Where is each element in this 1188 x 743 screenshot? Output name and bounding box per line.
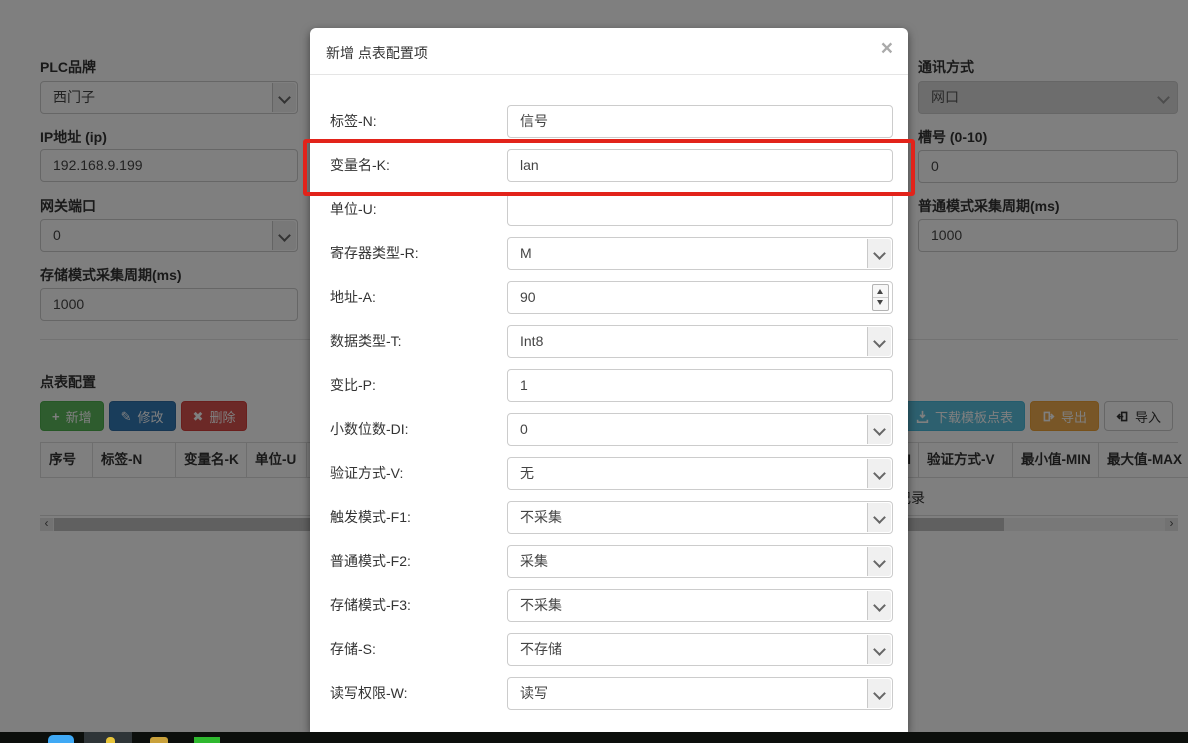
- spinner-down-icon[interactable]: [873, 297, 888, 310]
- field-select[interactable]: 0: [507, 413, 893, 446]
- field-input[interactable]: [507, 193, 893, 226]
- field-label: 读写权限-W:: [330, 677, 507, 710]
- modal-field-row: 地址-A:90: [330, 281, 893, 314]
- chevron-down-icon[interactable]: [867, 679, 891, 708]
- chevron-down-icon[interactable]: [867, 635, 891, 664]
- modal-body: 标签-N:信号变量名-K:lan单位-U:寄存器类型-R:M地址-A:90数据类…: [310, 75, 908, 710]
- modal-field-row: 小数位数-DI:0: [330, 413, 893, 446]
- chevron-down-icon[interactable]: [867, 327, 891, 356]
- field-label: 存储模式-F3:: [330, 589, 507, 622]
- field-select[interactable]: 无: [507, 457, 893, 490]
- field-select[interactable]: M: [507, 237, 893, 270]
- modal-title: 新增 点表配置项: [326, 43, 428, 63]
- field-input[interactable]: 1: [507, 369, 893, 402]
- taskbar-app-icon[interactable]: [106, 737, 115, 743]
- field-label: 触发模式-F1:: [330, 501, 507, 534]
- field-label: 数据类型-T:: [330, 325, 507, 358]
- chevron-down-icon[interactable]: [867, 459, 891, 488]
- taskbar-browser-icon[interactable]: [48, 735, 74, 743]
- modal-field-row: 数据类型-T:Int8: [330, 325, 893, 358]
- field-select[interactable]: 不采集: [507, 589, 893, 622]
- taskbar-app-icon[interactable]: [194, 737, 220, 743]
- chevron-down-icon[interactable]: [867, 415, 891, 444]
- modal-field-row: 读写权限-W:读写: [330, 677, 893, 710]
- field-input[interactable]: 信号: [507, 105, 893, 138]
- modal-field-row: 普通模式-F2:采集: [330, 545, 893, 578]
- field-label: 普通模式-F2:: [330, 545, 507, 578]
- field-label: 小数位数-DI:: [330, 413, 507, 446]
- modal-field-row: 单位-U:: [330, 193, 893, 226]
- modal-field-row: 触发模式-F1:不采集: [330, 501, 893, 534]
- modal-field-row: 存储-S:不存储: [330, 633, 893, 666]
- field-label: 地址-A:: [330, 281, 507, 314]
- modal-field-row: 变比-P:1: [330, 369, 893, 402]
- modal-field-row: 标签-N:信号: [330, 105, 893, 138]
- field-label: 变量名-K:: [330, 149, 507, 182]
- field-input[interactable]: 90: [507, 281, 893, 314]
- modal-header: 新增 点表配置项 ×: [310, 28, 908, 75]
- taskbar-folder-icon[interactable]: [150, 737, 168, 743]
- field-select[interactable]: 不存储: [507, 633, 893, 666]
- field-label: 单位-U:: [330, 193, 507, 226]
- close-icon[interactable]: ×: [881, 38, 893, 59]
- add-point-config-modal: 新增 点表配置项 × 标签-N:信号变量名-K:lan单位-U:寄存器类型-R:…: [310, 28, 908, 732]
- chevron-down-icon[interactable]: [867, 239, 891, 268]
- chevron-down-icon[interactable]: [867, 591, 891, 620]
- field-label: 验证方式-V:: [330, 457, 507, 490]
- number-spinner[interactable]: [872, 284, 889, 311]
- modal-field-row: 寄存器类型-R:M: [330, 237, 893, 270]
- field-label: 变比-P:: [330, 369, 507, 402]
- field-select[interactable]: 读写: [507, 677, 893, 710]
- field-input[interactable]: lan: [507, 149, 893, 182]
- chevron-down-icon[interactable]: [867, 503, 891, 532]
- field-select[interactable]: 不采集: [507, 501, 893, 534]
- field-label: 寄存器类型-R:: [330, 237, 507, 270]
- field-label: 存储-S:: [330, 633, 507, 666]
- field-select[interactable]: Int8: [507, 325, 893, 358]
- modal-field-row: 存储模式-F3:不采集: [330, 589, 893, 622]
- os-taskbar[interactable]: [0, 732, 1188, 743]
- field-select[interactable]: 采集: [507, 545, 893, 578]
- modal-field-row: 验证方式-V:无: [330, 457, 893, 490]
- modal-field-row: 变量名-K:lan: [330, 149, 893, 182]
- chevron-down-icon[interactable]: [867, 547, 891, 576]
- field-label: 标签-N:: [330, 105, 507, 138]
